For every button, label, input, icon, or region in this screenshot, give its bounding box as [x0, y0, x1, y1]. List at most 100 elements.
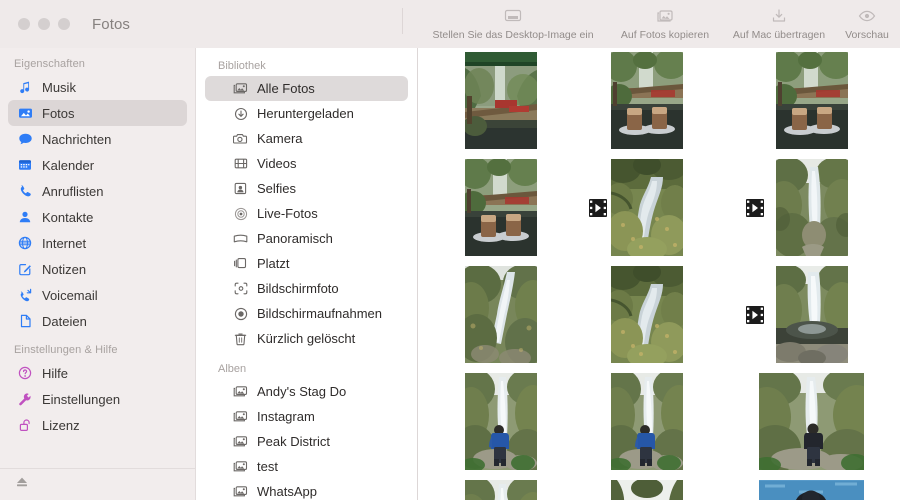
photo-thumbnail[interactable] — [611, 373, 683, 470]
unlock-padlock-icon — [15, 417, 35, 433]
library-item-label: Videos — [257, 156, 297, 171]
copy-to-photos-icon — [652, 6, 678, 26]
zoom-button[interactable] — [58, 18, 70, 30]
trash-icon — [231, 331, 250, 347]
album-item-label: Instagram — [257, 409, 315, 424]
library-item-label: Kamera — [257, 131, 303, 146]
sidebar-footer — [0, 468, 195, 500]
sidebar-item-nachrichten[interactable]: Nachrichten — [8, 126, 187, 152]
photo-grid-row — [419, 373, 900, 480]
film-icon — [231, 156, 250, 172]
library-item-bildschirmfoto[interactable]: Bildschirmfoto — [205, 276, 408, 301]
toolbar-preview-label: Vorschau — [845, 29, 889, 41]
library-item-label: Alle Fotos — [257, 81, 315, 96]
toolbar-transfer-to-mac-button[interactable]: Auf Mac übertragen — [724, 0, 834, 41]
phone-icon — [15, 183, 35, 199]
album-item-andys-stag-do[interactable]: Andy's Stag Do — [205, 379, 408, 404]
library-item-platzt[interactable]: Platzt — [205, 251, 408, 276]
library-item-live-fotos[interactable]: Live-Fotos — [205, 201, 408, 226]
sidebar-item-voicemail[interactable]: Voicemail — [8, 282, 187, 308]
album-icon — [231, 459, 250, 475]
sidebar-item-label: Einstellungen — [42, 391, 121, 407]
library-item-label: Panoramisch — [257, 231, 333, 246]
minimize-button[interactable] — [38, 18, 50, 30]
photo-thumbnail[interactable] — [759, 373, 864, 470]
toolbar-divider — [402, 8, 403, 34]
album-item-test[interactable]: test — [205, 454, 408, 479]
album-icon — [231, 434, 250, 450]
library-item-videos[interactable]: Videos — [205, 151, 408, 176]
close-button[interactable] — [18, 18, 30, 30]
photo-grid-row — [419, 480, 900, 500]
sidebar-item-label: Internet — [42, 235, 87, 251]
photo-thumbnail[interactable] — [759, 480, 864, 500]
sidebar-item-kontakte[interactable]: Kontakte — [8, 204, 187, 230]
library-item-kamera[interactable]: Kamera — [205, 126, 408, 151]
photo-grid-row — [419, 52, 900, 159]
toolbar-copy-to-photos-button[interactable]: Auf Fotos kopieren — [606, 0, 724, 41]
library-item-kuerzlich-geloescht[interactable]: Kürzlich gelöscht — [205, 326, 408, 351]
sidebar-item-label: Musik — [42, 79, 76, 95]
photo-thumbnail[interactable] — [611, 52, 683, 149]
photo-thumbnail[interactable] — [611, 159, 683, 256]
all-photos-icon — [231, 81, 250, 97]
transfer-to-mac-icon — [766, 6, 792, 26]
library-item-label: Kürzlich gelöscht — [257, 331, 356, 346]
music-note-icon — [15, 79, 35, 95]
left-sidebar: Eigenschaften Musik Fotos Nachrichten Ka… — [0, 48, 196, 500]
album-item-label: Andy's Stag Do — [257, 384, 347, 399]
video-badge-icon — [589, 199, 607, 217]
sidebar-item-fotos[interactable]: Fotos — [8, 100, 187, 126]
library-item-label: Bildschirmaufnahmen — [257, 306, 383, 321]
album-item-whatsapp[interactable]: WhatsApp — [205, 479, 408, 500]
sidebar-item-internet[interactable]: Internet — [8, 230, 187, 256]
camera-icon — [231, 131, 250, 147]
sidebar-item-label: Anruflisten — [42, 183, 104, 199]
sidebar-item-lizenz[interactable]: Lizenz — [8, 412, 187, 438]
photo-thumbnail[interactable] — [611, 480, 683, 500]
sidebar-item-musik[interactable]: Musik — [8, 74, 187, 100]
calendar-icon — [15, 157, 35, 173]
screen-record-icon — [231, 306, 250, 322]
sidebar-item-notizen[interactable]: Notizen — [8, 256, 187, 282]
fotos-app-window: Fotos Stellen Sie das Desktop-Image ein … — [0, 0, 900, 500]
wrench-icon — [15, 391, 35, 407]
sidebar-item-label: Kalender — [42, 157, 95, 173]
album-item-peak-district[interactable]: Peak District — [205, 429, 408, 454]
photo-thumbnail[interactable] — [776, 266, 848, 363]
album-item-label: WhatsApp — [257, 484, 317, 499]
file-document-icon — [15, 313, 35, 329]
library-item-bildschirmaufnahmen[interactable]: Bildschirmaufnahmen — [205, 301, 408, 326]
photo-thumbnail[interactable] — [465, 266, 537, 363]
sidebar-item-hilfe[interactable]: Hilfe — [8, 360, 187, 386]
library-item-alle-fotos[interactable]: Alle Fotos — [205, 76, 408, 101]
sidebar-item-label: Lizenz — [42, 417, 80, 433]
sidebar-item-label: Fotos — [42, 105, 75, 121]
album-item-label: Peak District — [257, 434, 330, 449]
sidebar-item-dateien[interactable]: Dateien — [8, 308, 187, 334]
photo-thumbnail[interactable] — [776, 52, 848, 149]
video-badge-icon — [746, 306, 764, 324]
video-badge-icon — [746, 199, 764, 217]
photo-thumbnail[interactable] — [465, 373, 537, 470]
notes-pencil-icon — [15, 261, 35, 277]
eject-icon[interactable] — [14, 475, 30, 494]
sidebar-item-anruflisten[interactable]: Anruflisten — [8, 178, 187, 204]
library-item-panoramisch[interactable]: Panoramisch — [205, 226, 408, 251]
album-item-instagram[interactable]: Instagram — [205, 404, 408, 429]
library-item-heruntergeladen[interactable]: Heruntergeladen — [205, 101, 408, 126]
photo-thumbnail[interactable] — [465, 52, 537, 149]
toolbar-set-desktop-image-button[interactable]: Stellen Sie das Desktop-Image ein — [420, 0, 606, 41]
album-icon — [231, 384, 250, 400]
album-item-label: test — [257, 459, 278, 474]
photo-thumbnail[interactable] — [465, 159, 537, 256]
contact-person-icon — [15, 209, 35, 225]
sidebar-item-kalender[interactable]: Kalender — [8, 152, 187, 178]
photo-thumbnail[interactable] — [776, 159, 848, 256]
photo-thumbnail[interactable] — [611, 266, 683, 363]
toolbar-preview-button[interactable]: Vorschau — [834, 0, 900, 41]
library-item-selfies[interactable]: Selfies — [205, 176, 408, 201]
photo-thumbnail[interactable] — [465, 480, 537, 500]
sidebar-item-einstellungen[interactable]: Einstellungen — [8, 386, 187, 412]
album-icon — [231, 409, 250, 425]
